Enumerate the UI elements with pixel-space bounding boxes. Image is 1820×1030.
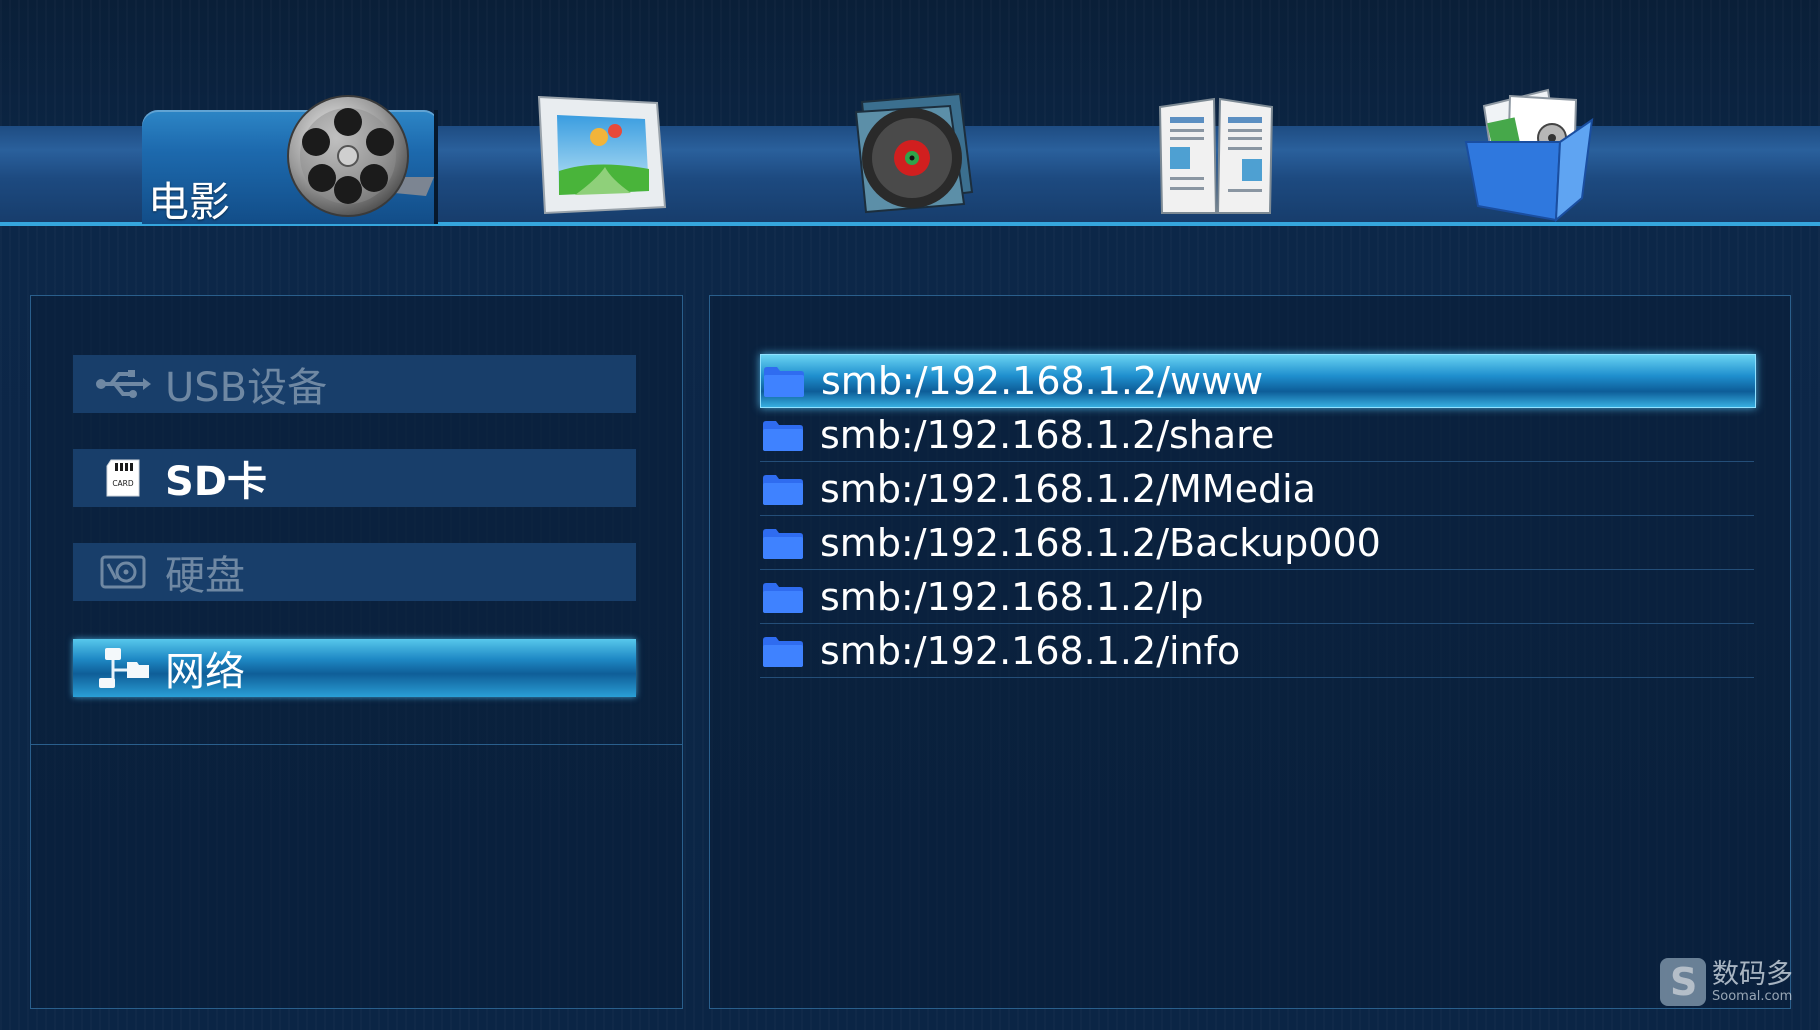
folder-icon xyxy=(764,367,804,397)
file-row[interactable]: smb:/192.168.1.2/Backup000 xyxy=(760,517,1754,570)
folder-icon xyxy=(763,583,803,613)
tab-movie-label: 电影 xyxy=(148,178,230,226)
hard-disk-icon xyxy=(87,555,159,589)
sd-card-icon-text: CARD xyxy=(112,479,134,488)
photo-frame-icon[interactable] xyxy=(535,95,667,217)
source-hard-disk-label: 硬盘 xyxy=(165,553,245,599)
file-row[interactable]: smb:/192.168.1.2/info xyxy=(760,625,1754,678)
music-disc-icon[interactable] xyxy=(852,92,982,216)
file-row[interactable]: smb:/192.168.1.2/MMedia xyxy=(760,463,1754,516)
source-sd-card[interactable]: CARD SD卡 xyxy=(73,449,636,507)
book-icon[interactable] xyxy=(1158,95,1276,217)
film-reel-icon xyxy=(287,95,434,217)
file-name: smb:/192.168.1.2/info xyxy=(820,629,1241,673)
watermark: 数码多 Soomal.com xyxy=(1660,958,1793,1006)
source-panel-divider xyxy=(30,744,682,745)
folder-icon xyxy=(763,529,803,559)
source-network-label: 网络 xyxy=(165,649,245,695)
watermark-en: Soomal.com xyxy=(1712,989,1793,1004)
source-hard-disk[interactable]: 硬盘 xyxy=(73,543,636,601)
file-name: smb:/192.168.1.2/MMedia xyxy=(820,467,1316,511)
file-row[interactable]: smb:/192.168.1.2/www xyxy=(760,354,1756,408)
file-row[interactable]: smb:/192.168.1.2/lp xyxy=(760,571,1754,624)
soomal-logo-icon xyxy=(1660,958,1706,1006)
file-folder-icon[interactable] xyxy=(1464,86,1596,222)
source-usb-label: USB设备 xyxy=(165,365,328,411)
sd-card-icon: CARD xyxy=(87,458,159,498)
file-name: smb:/192.168.1.2/Backup000 xyxy=(820,521,1381,565)
network-icon xyxy=(87,646,159,690)
usb-icon xyxy=(87,367,159,401)
file-name: smb:/192.168.1.2/share xyxy=(820,413,1275,457)
file-name: smb:/192.168.1.2/www xyxy=(821,359,1264,403)
file-row[interactable]: smb:/192.168.1.2/share xyxy=(760,409,1754,462)
folder-icon xyxy=(763,637,803,667)
source-usb[interactable]: USB设备 xyxy=(73,355,636,413)
file-name: smb:/192.168.1.2/lp xyxy=(820,575,1204,619)
folder-icon xyxy=(763,475,803,505)
source-sd-card-label: SD卡 xyxy=(165,459,268,505)
source-network[interactable]: 网络 xyxy=(73,639,636,697)
folder-icon xyxy=(763,421,803,451)
watermark-cn: 数码多 xyxy=(1712,959,1793,990)
